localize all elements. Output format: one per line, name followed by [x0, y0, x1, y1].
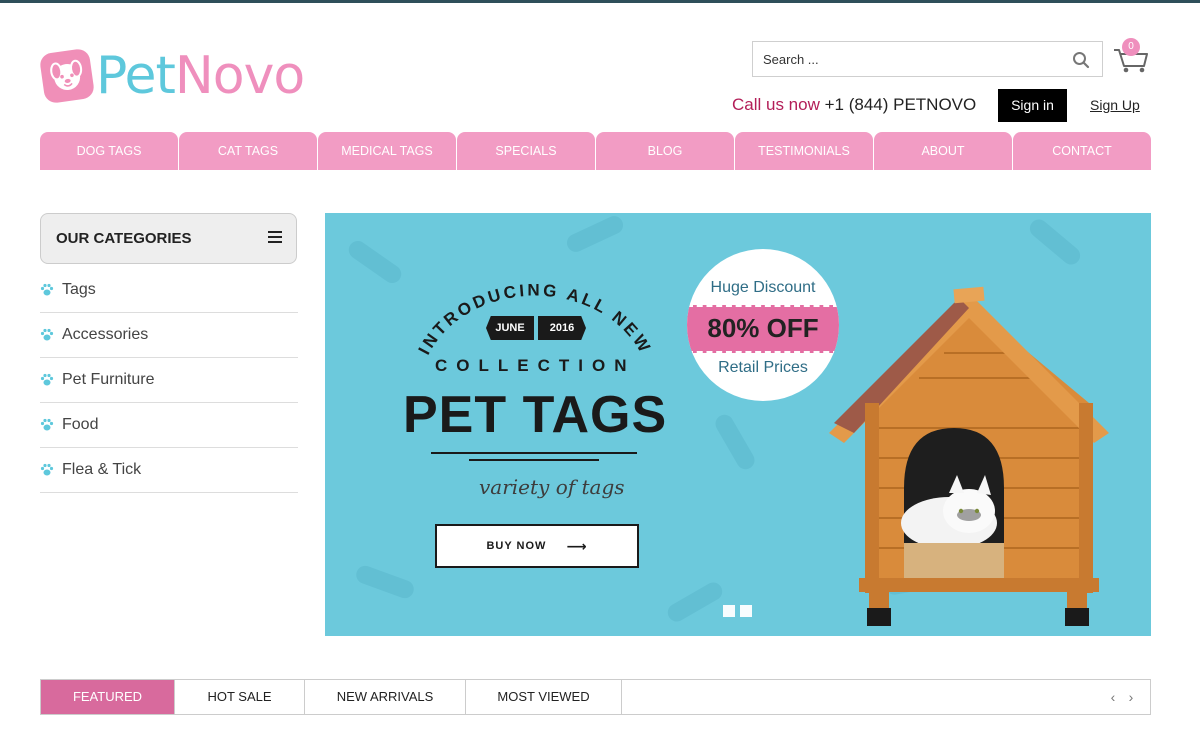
sign-in-button[interactable]: Sign in — [998, 89, 1067, 122]
slider-dot-1[interactable] — [723, 605, 735, 617]
nav-item-medical-tags[interactable]: MEDICAL TAGS — [318, 132, 456, 170]
slider-dot-2[interactable] — [740, 605, 752, 617]
logo-text: PetNovo — [96, 46, 305, 106]
category-label: Tags — [62, 281, 96, 298]
doghouse-image — [829, 286, 1109, 626]
category-item-flea-tick[interactable]: Flea & Tick — [40, 448, 298, 493]
logo-text-pet: Pet — [96, 46, 176, 106]
search-icon[interactable] — [1072, 51, 1090, 69]
banner-tagline: variety of tags — [479, 475, 625, 499]
bone-decoration — [564, 213, 626, 255]
collection-label: COLLECTION — [435, 356, 636, 375]
category-item-tags[interactable]: Tags — [40, 268, 298, 313]
category-list: Tags Accessories Pet Furniture Food Flea… — [40, 268, 298, 493]
paw-icon — [40, 328, 54, 341]
hero-banner[interactable]: INTRODUCING ALL NEW JUNE 2016 COLLECTION… — [325, 213, 1151, 636]
cart-button[interactable]: 0 — [1112, 38, 1150, 74]
product-tabs: FEATURED HOT SALE NEW ARRIVALS MOST VIEW… — [40, 679, 1151, 715]
paw-icon — [40, 373, 54, 386]
date-month: JUNE — [486, 316, 534, 340]
intro-arc-text: INTRODUCING ALL NEW — [415, 281, 656, 358]
nav-item-dog-tags[interactable]: DOG TAGS — [40, 132, 178, 170]
nav-item-about[interactable]: ABOUT — [874, 132, 1012, 170]
tab-most-viewed[interactable]: MOST VIEWED — [466, 680, 622, 714]
divider — [469, 459, 599, 461]
discount-percent: 80% OFF — [707, 313, 819, 343]
discount-badge: Huge Discount 80% OFF Retail Prices — [687, 249, 839, 401]
buy-now-button[interactable]: BUY NOW ⟶ — [435, 524, 639, 568]
search-input[interactable] — [753, 42, 1053, 76]
top-border — [0, 0, 1200, 3]
nav-item-specials[interactable]: SPECIALS — [457, 132, 595, 170]
slider-dots — [723, 605, 757, 617]
svg-text:INTRODUCING ALL NEW: INTRODUCING ALL NEW — [415, 281, 656, 358]
call-us: Call us now +1 (844) PETNOVO — [732, 95, 976, 115]
tab-carousel-nav: ‹ › — [1102, 689, 1138, 705]
bone-decoration — [345, 237, 405, 287]
nav-item-contact[interactable]: CONTACT — [1013, 132, 1151, 170]
tab-featured[interactable]: FEATURED — [41, 680, 175, 714]
discount-top-text: Huge Discount — [710, 279, 816, 296]
search-box — [752, 41, 1103, 77]
category-label: Food — [62, 416, 99, 433]
tab-hot-sale[interactable]: HOT SALE — [175, 680, 305, 714]
cart-count-badge: 0 — [1122, 38, 1140, 56]
nav-item-cat-tags[interactable]: CAT TAGS — [179, 132, 317, 170]
banner-headline: PET TAGS — [403, 386, 668, 444]
category-label: Pet Furniture — [62, 371, 155, 388]
arrow-right-icon: ⟶ — [566, 537, 588, 554]
discount-band: 80% OFF — [687, 305, 839, 353]
phone-number: +1 (844) PETNOVO — [824, 95, 977, 114]
site-logo[interactable]: PetNovo — [38, 46, 305, 106]
tab-new-arrivals[interactable]: NEW ARRIVALS — [305, 680, 466, 714]
hamburger-menu-icon[interactable] — [268, 231, 282, 243]
main-nav: DOG TAGS CAT TAGS MEDICAL TAGS SPECIALS … — [40, 132, 1151, 170]
categories-header[interactable]: OUR CATEGORIES — [40, 213, 297, 264]
category-item-pet-furniture[interactable]: Pet Furniture — [40, 358, 298, 403]
date-year: 2016 — [538, 316, 586, 340]
category-item-accessories[interactable]: Accessories — [40, 313, 298, 358]
bone-decoration — [712, 411, 758, 473]
paw-icon — [40, 283, 54, 296]
category-label: Accessories — [62, 326, 149, 343]
logo-text-novo: Novo — [174, 46, 305, 106]
divider — [431, 452, 637, 454]
chevron-left-icon[interactable]: ‹ — [1106, 689, 1120, 705]
nav-item-blog[interactable]: BLOG — [596, 132, 734, 170]
nav-item-testimonials[interactable]: TESTIMONIALS — [735, 132, 873, 170]
sign-up-link[interactable]: Sign Up — [1090, 97, 1140, 113]
paw-icon — [40, 418, 54, 431]
category-label: Flea & Tick — [62, 461, 142, 478]
bone-decoration — [353, 563, 417, 601]
category-item-food[interactable]: Food — [40, 403, 298, 448]
bone-decoration — [664, 579, 726, 625]
chevron-right-icon[interactable]: › — [1124, 689, 1138, 705]
buy-now-label: BUY NOW — [486, 540, 547, 552]
dog-tag-logo-icon — [38, 47, 96, 105]
categories-title: OUR CATEGORIES — [56, 230, 192, 247]
call-us-label: Call us now — [732, 95, 820, 114]
paw-icon — [40, 463, 54, 476]
discount-bottom-text: Retail Prices — [718, 359, 808, 376]
